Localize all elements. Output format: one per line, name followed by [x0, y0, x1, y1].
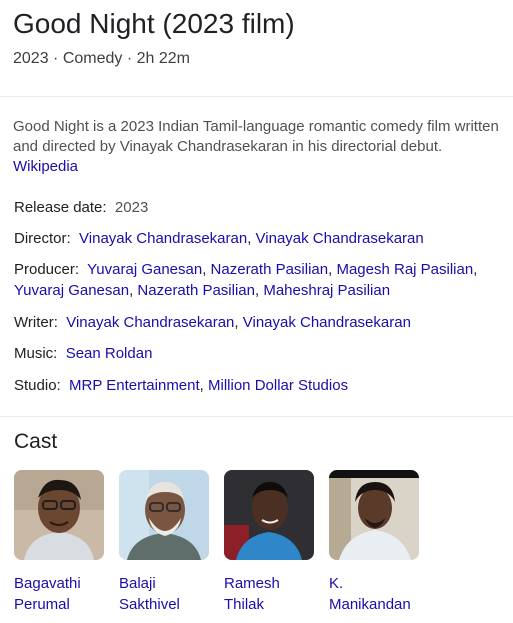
- cast-card[interactable]: Ramesh Thilak: [224, 470, 314, 615]
- cast-last-name: Sakthivel: [119, 596, 180, 613]
- cast-card[interactable]: K. Manikandan: [329, 470, 419, 615]
- producer-link[interactable]: Yuvaraj Ganesan: [87, 261, 202, 278]
- film-meta-subtitle: 2023 · Comedy · 2h 22m: [13, 50, 190, 67]
- divider: [0, 416, 513, 417]
- cast-carousel: Bagavathi Perumal Balaji Sakthivel Rames…: [14, 470, 513, 620]
- fact-music: Music: Sean Roldan: [14, 343, 504, 364]
- fact-producer: Producer: Yuvaraj Ganesan, Nazerath Pasi…: [14, 261, 478, 299]
- fact-director: Director: Vinayak Chandrasekaran, Vinaya…: [14, 230, 424, 247]
- description-text: Good Night is a 2023 Indian Tamil-langua…: [13, 118, 499, 155]
- fact-label: Release date:: [14, 199, 107, 216]
- cast-name: Balaji Sakthivel: [119, 573, 209, 615]
- fact-label: Producer:: [14, 261, 80, 278]
- page-title: Good Night (2023 film): [13, 8, 295, 39]
- director-link[interactable]: Vinayak Chandrasekaran: [79, 230, 247, 247]
- fact-label: Director:: [14, 230, 71, 247]
- studio-link[interactable]: Million Dollar Studios: [208, 377, 348, 394]
- cast-photo: [119, 470, 209, 560]
- fact-label: Music:: [14, 345, 58, 362]
- cast-name: Bagavathi Perumal: [14, 573, 104, 615]
- producer-link[interactable]: Nazerath Pasilian: [211, 261, 329, 278]
- cast-last-name: Manikandan: [329, 596, 411, 613]
- cast-card[interactable]: Balaji Sakthivel: [119, 470, 209, 615]
- cast-photo: [14, 470, 104, 560]
- fact-studio: Studio: MRP Entertainment, Million Dolla…: [14, 377, 349, 394]
- cast-last-name: Thilak: [224, 596, 265, 613]
- producer-link[interactable]: Nazerath Pasilian: [137, 282, 255, 299]
- cast-first-name: K.: [329, 575, 344, 592]
- producer-link[interactable]: Maheshraj Pasilian: [263, 282, 390, 299]
- music-link[interactable]: Sean Roldan: [66, 345, 153, 362]
- writer-link[interactable]: Vinayak Chandrasekaran: [243, 314, 411, 331]
- producer-link[interactable]: Yuvaraj Ganesan: [14, 282, 129, 299]
- wikipedia-link[interactable]: Wikipedia: [13, 158, 78, 175]
- producer-link[interactable]: Magesh Raj Pasilian: [336, 261, 473, 278]
- cast-card[interactable]: Bagavathi Perumal: [14, 470, 104, 615]
- director-link[interactable]: Vinayak Chandrasekaran: [256, 230, 424, 247]
- divider: [0, 96, 513, 97]
- fact-release-date: Release date: 2023: [14, 197, 504, 218]
- cast-first-name: Ramesh: [224, 575, 280, 592]
- cast-first-name: Bagavathi: [14, 575, 81, 592]
- cast-name: K. Manikandan: [329, 573, 419, 615]
- studio-link[interactable]: MRP Entertainment: [69, 377, 200, 394]
- writer-link[interactable]: Vinayak Chandrasekaran: [66, 314, 234, 331]
- cast-heading: Cast: [14, 430, 58, 453]
- cast-first-name: Balaji: [119, 575, 156, 592]
- cast-photo: [329, 470, 419, 560]
- film-description: Good Night is a 2023 Indian Tamil-langua…: [13, 117, 503, 177]
- cast-photo: [224, 470, 314, 560]
- fact-label: Writer:: [14, 314, 58, 331]
- fact-value: 2023: [114, 199, 149, 216]
- fact-writer: Writer: Vinayak Chandrasekaran, Vinayak …: [14, 314, 411, 331]
- cast-last-name: Perumal: [14, 596, 70, 613]
- cast-name: Ramesh Thilak: [224, 573, 314, 615]
- fact-label: Studio:: [14, 377, 61, 394]
